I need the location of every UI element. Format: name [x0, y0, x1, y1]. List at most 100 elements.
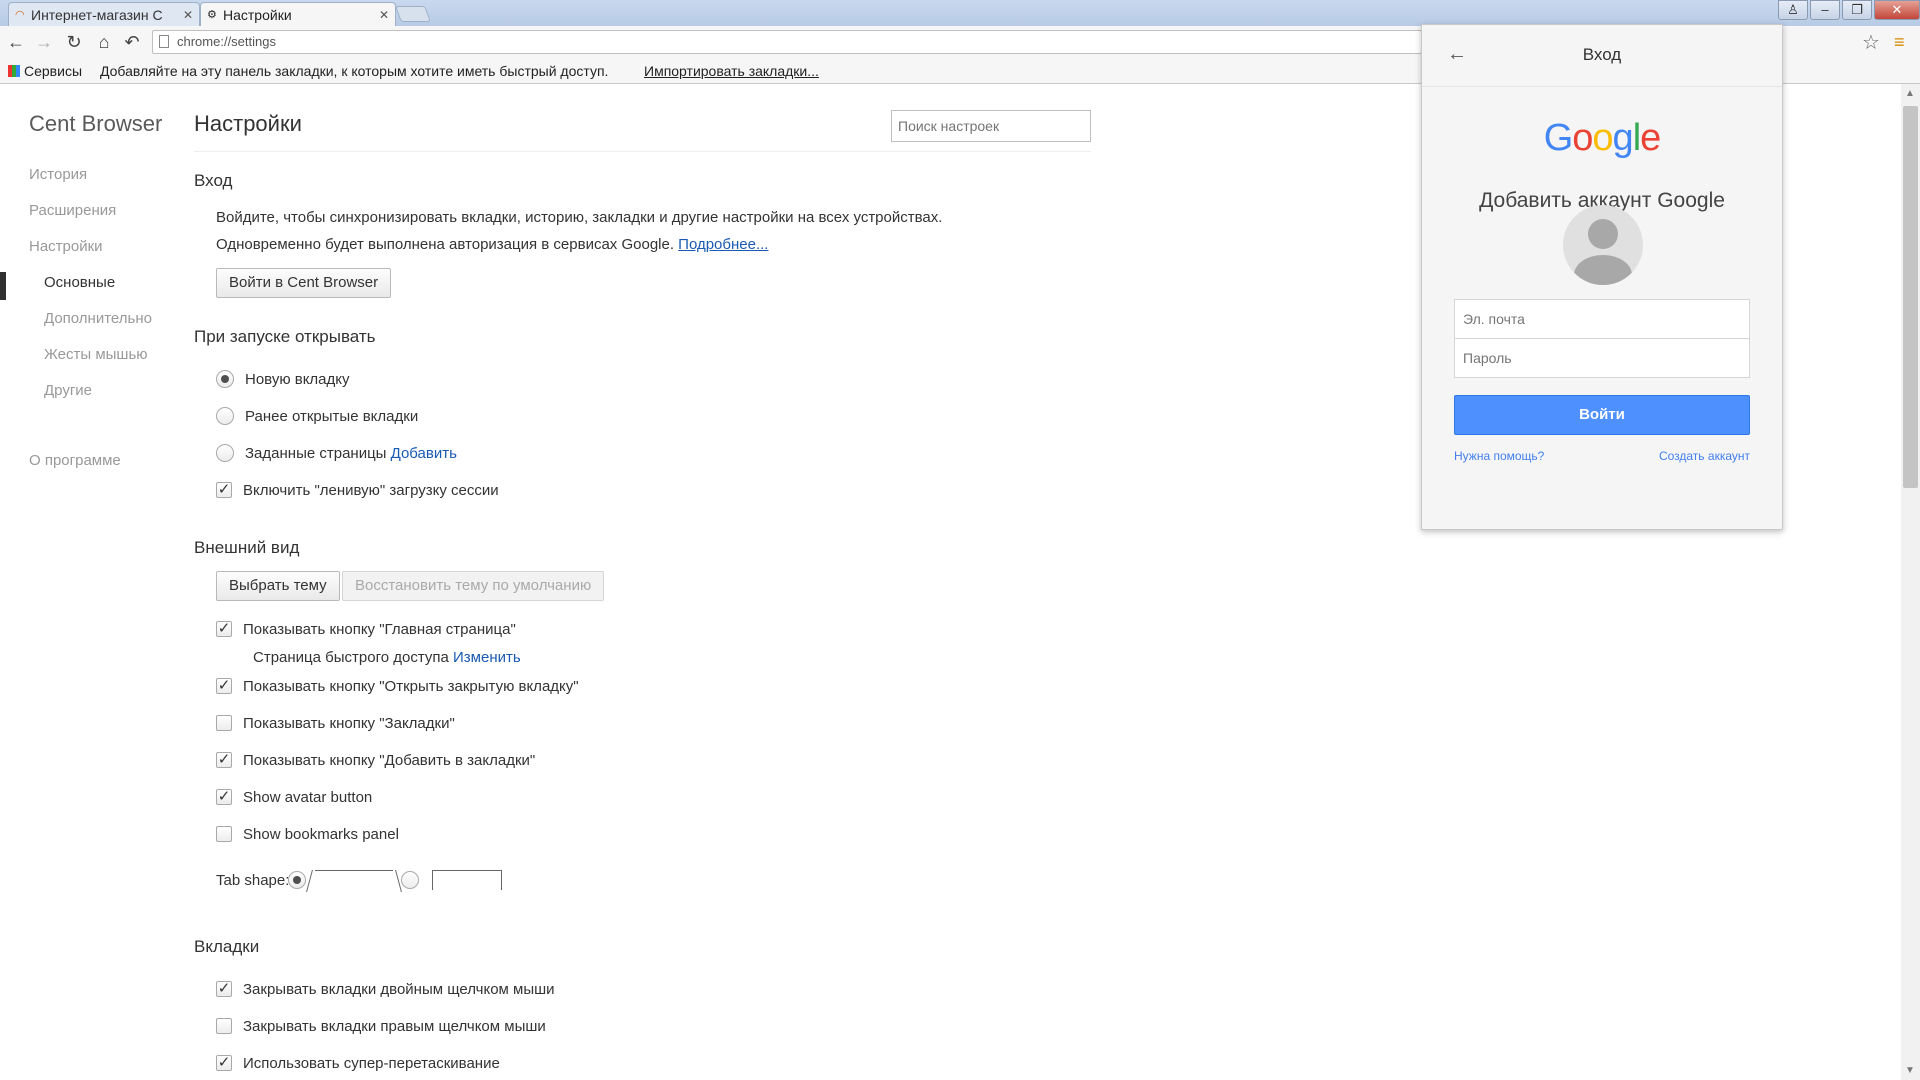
- scroll-down-icon[interactable]: ▼: [1905, 1065, 1915, 1076]
- tab-shape-trapezoid-radio[interactable]: [288, 871, 306, 889]
- add-bookmark-label: Показывать кнопку "Добавить в закладки": [243, 752, 536, 769]
- tab-settings[interactable]: ⚙ Настройки ✕: [200, 2, 396, 26]
- tab-shape-rectangle-radio[interactable]: [401, 871, 419, 889]
- rectangle-tab-shape-icon: [432, 870, 502, 890]
- choose-theme-button[interactable]: Выбрать тему: [216, 571, 340, 601]
- prev-tabs-radio[interactable]: [216, 407, 234, 425]
- apps-label: Сервисы: [24, 63, 83, 79]
- popup-header: ← Вход: [1422, 25, 1782, 87]
- user-icon[interactable]: ♙: [1778, 0, 1808, 20]
- menu-icon[interactable]: ≡: [1894, 32, 1905, 53]
- right-click-close-checkbox[interactable]: [216, 1018, 232, 1034]
- scroll-thumb[interactable]: [1903, 106, 1918, 488]
- sidebar-item-about[interactable]: О программе: [29, 452, 121, 469]
- sidebar-item-basic[interactable]: Основные: [44, 274, 115, 291]
- tab-shape-label: Tab shape:: [216, 872, 290, 889]
- avatar-placeholder-icon: [1563, 205, 1643, 285]
- google-signin-popup: ← Вход Google Добавить аккаунт Google Во…: [1421, 24, 1783, 530]
- sidebar-item-history[interactable]: История: [29, 166, 87, 183]
- reload-icon[interactable]: ↻: [62, 30, 86, 54]
- forward-icon[interactable]: →: [32, 30, 56, 54]
- email-field[interactable]: [1454, 299, 1750, 339]
- import-bookmarks-link[interactable]: Импортировать закладки...: [644, 58, 819, 84]
- learn-more-link[interactable]: Подробнее...: [678, 236, 768, 253]
- address-bar[interactable]: chrome://settings: [152, 30, 1422, 54]
- super-drag-checkbox[interactable]: ✓: [216, 1055, 232, 1071]
- rainbow-icon: ◠: [15, 9, 25, 21]
- home-button-label: Показывать кнопку "Главная страница": [243, 621, 516, 638]
- back-icon[interactable]: ←: [4, 30, 28, 54]
- page-title: Настройки: [194, 111, 302, 136]
- new-tab-radio[interactable]: [216, 370, 234, 388]
- gear-icon: ⚙: [207, 9, 217, 21]
- quick-access-label: Страница быстрого доступа Изменить: [253, 649, 521, 666]
- search-input[interactable]: [891, 110, 1091, 142]
- sidebar-item-advanced[interactable]: Дополнительно: [44, 310, 152, 327]
- avatar-button-checkbox[interactable]: ✓: [216, 789, 232, 805]
- apps-icon: [8, 65, 20, 77]
- scrollbar[interactable]: ▲ ▼: [1901, 84, 1920, 1080]
- tab-label: Настройки: [223, 7, 292, 23]
- create-account-link[interactable]: Создать аккаунт: [1659, 449, 1750, 463]
- sidebar-item-extensions[interactable]: Расширения: [29, 202, 116, 219]
- dbl-click-close-label: Закрывать вкладки двойным щелчком мыши: [243, 981, 555, 998]
- signin-note-text: Одновременно будет выполнена авторизация…: [216, 236, 674, 253]
- bookmarks-panel-checkbox[interactable]: [216, 826, 232, 842]
- dbl-click-close-checkbox[interactable]: ✓: [216, 981, 232, 997]
- tab-label: Интернет-магазин C: [31, 7, 163, 23]
- signin-description: Войдите, чтобы синхронизировать вкладки,…: [216, 209, 943, 226]
- url-text: chrome://settings: [177, 34, 276, 49]
- bookmarks-button-checkbox[interactable]: [216, 715, 232, 731]
- super-drag-label: Использовать супер-перетаскивание: [243, 1055, 500, 1072]
- home-icon[interactable]: ⌂: [92, 30, 116, 54]
- close-window-button[interactable]: ✕: [1874, 0, 1920, 20]
- need-help-link[interactable]: Нужна помощь?: [1454, 449, 1544, 463]
- minimize-button[interactable]: ‒: [1810, 0, 1840, 20]
- add-pages-link[interactable]: Добавить: [391, 445, 457, 462]
- startup-heading: При запуске открывать: [194, 327, 376, 346]
- apps-button[interactable]: Сервисы: [8, 58, 82, 84]
- sidebar-item-settings[interactable]: Настройки: [29, 238, 103, 255]
- right-click-close-label: Закрывать вкладки правым щелчком мыши: [243, 1018, 546, 1035]
- title-bar: ◠ Интернет-магазин C ✕ ⚙ Настройки ✕ ♙ ‒…: [0, 0, 1920, 26]
- star-icon[interactable]: ☆: [1862, 30, 1880, 55]
- close-icon[interactable]: ✕: [183, 3, 193, 26]
- google-logo: Google: [1543, 117, 1662, 159]
- new-tab-label: Новую вкладку: [245, 371, 350, 388]
- tab-online-store[interactable]: ◠ Интернет-магазин C ✕: [8, 2, 200, 26]
- bookmarks-panel-label: Show bookmarks panel: [243, 826, 399, 843]
- tabs-heading: Вкладки: [194, 937, 260, 956]
- reset-theme-button[interactable]: Восстановить тему по умолчанию: [342, 571, 605, 601]
- prev-tabs-label: Ранее открытые вкладки: [245, 408, 419, 425]
- set-pages-label: Заданные страницы Добавить: [245, 445, 457, 462]
- sidebar-item-other[interactable]: Другие: [44, 382, 92, 399]
- lazy-load-label: Включить "ленивую" загрузку сессии: [243, 482, 499, 499]
- signin-note: Одновременно будет выполнена авторизация…: [216, 236, 768, 253]
- window-controls: ♙ ‒ ❐ ✕: [1776, 0, 1920, 22]
- avatar-button-label: Show avatar button: [243, 789, 373, 806]
- password-field[interactable]: [1454, 338, 1750, 378]
- scroll-up-icon[interactable]: ▲: [1905, 88, 1915, 99]
- signin-button[interactable]: Войти в Cent Browser: [216, 268, 392, 298]
- popup-title: Вход: [1582, 45, 1622, 64]
- home-button-checkbox[interactable]: ✓: [216, 621, 232, 637]
- close-icon[interactable]: ✕: [379, 3, 389, 26]
- trapezoid-tab-shape-icon: [315, 870, 393, 890]
- closed-tab-label: Показывать кнопку "Открыть закрытую вкла…: [243, 678, 579, 695]
- lazy-load-checkbox[interactable]: ✓: [216, 482, 232, 498]
- page-icon: [159, 35, 169, 48]
- appearance-heading: Внешний вид: [194, 538, 300, 557]
- restore-button[interactable]: ❐: [1842, 0, 1872, 20]
- undo-close-icon[interactable]: ↶: [120, 30, 144, 54]
- google-signin-button[interactable]: Войти: [1454, 395, 1750, 435]
- sidebar-item-mouse-gestures[interactable]: Жесты мышью: [44, 346, 148, 363]
- new-tab-button[interactable]: [395, 6, 431, 22]
- selected-indicator: [0, 272, 6, 300]
- set-pages-text: Заданные страницы: [245, 445, 387, 462]
- bookmarks-hint: Добавляйте на эту панель закладки, к кот…: [100, 63, 609, 79]
- add-bookmark-checkbox[interactable]: ✓: [216, 752, 232, 768]
- brand-title: Cent Browser: [29, 111, 163, 136]
- change-link[interactable]: Изменить: [453, 649, 521, 666]
- set-pages-radio[interactable]: [216, 444, 234, 462]
- closed-tab-checkbox[interactable]: ✓: [216, 678, 232, 694]
